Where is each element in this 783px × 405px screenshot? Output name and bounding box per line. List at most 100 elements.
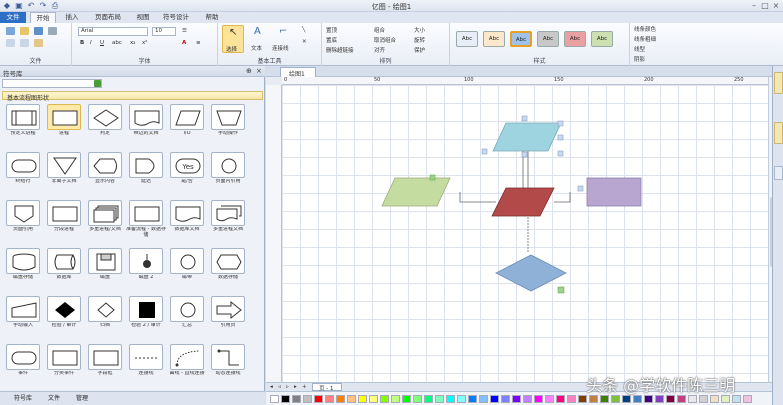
minimize-icon[interactable]: – [749,1,759,11]
next-page-icon[interactable]: ▹ [286,384,289,390]
dock-tab-files[interactable] [774,122,783,144]
shape-item[interactable]: 页面引用 [4,198,42,238]
color-swatch[interactable] [545,395,554,403]
color-swatch[interactable] [270,395,279,403]
shape-item[interactable]: 数据库 [45,246,83,286]
tab-help[interactable]: 帮助 [200,12,224,23]
first-page-icon[interactable]: ◂ [270,384,273,390]
style-swatch-2[interactable]: Abc [483,31,505,47]
color-swatch[interactable] [457,395,466,403]
color-swatch[interactable] [391,395,400,403]
dock-tab-extra[interactable] [774,166,783,180]
line-color-button[interactable]: 线条颜色 [634,25,656,33]
size-button[interactable]: 大小 [414,26,425,34]
send-back-button[interactable]: 置底 [326,36,337,44]
color-swatch[interactable] [468,395,477,403]
doc-tab-drawing1[interactable]: 绘图1 [280,67,316,78]
style-swatch-5[interactable]: Abc [564,31,586,47]
tab-symbol-design[interactable]: 符号设计 [160,12,192,23]
new-icon[interactable] [6,27,15,35]
font-name-select[interactable]: Arial [78,27,148,36]
color-swatch[interactable] [600,395,609,403]
shape-item[interactable]: 曲线 - 直线连接 [168,342,206,382]
shadow-button[interactable]: 阴影 [634,55,645,63]
rotate-button[interactable]: 旋转 [414,36,425,44]
color-swatch[interactable] [358,395,367,403]
connector-tool-button[interactable]: ⌐ 连接线 [272,25,296,53]
resize-handle-left[interactable] [481,148,488,155]
color-swatch[interactable] [666,395,675,403]
protect-button[interactable]: 保护 [414,46,425,54]
color-swatch[interactable] [578,395,587,403]
color-swatch[interactable] [369,395,378,403]
shape-center-parallelogram[interactable] [491,187,555,217]
tab-insert[interactable]: 插入 [60,12,84,23]
shape-item[interactable]: 动态连接线 [209,342,247,382]
shape-item[interactable]: 页面内引用 [209,150,247,190]
shape-item[interactable]: 进程 [45,102,83,142]
color-swatch[interactable] [292,395,301,403]
footer-tab-library[interactable]: 符号库 [4,394,32,404]
open-icon[interactable] [20,27,29,35]
color-swatch[interactable] [556,395,565,403]
prev-page-icon[interactable]: ◃ [278,384,281,390]
float-action-icon[interactable] [557,286,565,294]
shape-item[interactable]: 分段进程 [45,198,83,238]
shape-item[interactable]: 磁盘存储 [4,246,42,286]
shape-item[interactable]: 判定 [86,102,124,142]
color-swatch[interactable] [710,395,719,403]
color-swatch[interactable] [534,395,543,403]
shape-item[interactable]: 预定义进程 [4,102,42,142]
shape-item[interactable]: 磁盘 [86,246,124,286]
shape-item[interactable]: 显示内容 [86,150,124,190]
footer-tab-files[interactable]: 文件 [38,394,60,404]
color-swatch[interactable] [611,395,620,403]
color-swatch[interactable] [424,395,433,403]
cross-tool-icon[interactable]: ✕ [302,39,307,45]
align-icon[interactable]: ☰ [182,28,187,34]
shape-item[interactable]: 非离子文档 [45,150,83,190]
shape-item[interactable]: 准备流程 - 数据存储 [126,198,166,238]
style-swatch-6[interactable]: Abc [591,31,613,47]
shape-item[interactable]: 延迟 [127,150,165,190]
shape-left-parallelogram[interactable] [381,177,451,207]
font-color-icon[interactable]: A [182,40,186,46]
shape-item[interactable]: 数据存储 [209,246,247,286]
pin-icon[interactable]: ⊕ [246,67,252,75]
color-swatch[interactable] [435,395,444,403]
color-swatch[interactable] [325,395,334,403]
superscript-button[interactable]: x² [142,40,147,46]
shape-item[interactable]: 磁盘 2 [127,246,165,286]
color-swatch[interactable] [303,395,312,403]
shape-item[interactable]: 多重进程/文档 [86,198,124,238]
maximize-icon[interactable]: □ [760,1,770,11]
color-swatch[interactable] [732,395,741,403]
print-file-icon[interactable] [48,27,57,35]
connector-center-right[interactable] [554,192,571,203]
color-swatch[interactable] [567,395,576,403]
color-swatch[interactable] [655,395,664,403]
resize-handle-bottom[interactable] [521,151,528,158]
bring-front-button[interactable]: 置顶 [326,26,337,34]
select-tool-button[interactable]: ↖ 选择 [222,25,244,53]
font-size-select[interactable]: 10 [152,27,176,36]
style-swatch-4[interactable]: Abc [537,31,559,47]
align-button[interactable]: 对齐 [374,46,385,54]
float-action-left-icon[interactable] [429,174,436,181]
connector-left-center[interactable] [459,192,496,203]
drawing-canvas[interactable] [282,85,768,382]
color-swatch[interactable] [622,395,631,403]
rotate-handle-icon[interactable] [521,115,528,122]
tab-home[interactable]: 开始 [30,12,56,23]
symbol-search-input[interactable] [2,79,102,88]
underline-button[interactable]: U [100,40,104,46]
page-tab[interactable]: 页 - 1 [312,383,342,392]
resize-handle-top-right[interactable] [557,120,564,127]
dock-tab-library[interactable] [774,72,783,94]
color-swatch[interactable] [688,395,697,403]
search-go-icon[interactable] [94,80,101,87]
last-page-icon[interactable]: ▸ [294,384,297,390]
color-swatch[interactable] [677,395,686,403]
text-tool-button[interactable]: A 文本 [248,25,270,53]
shape-item[interactable]: 汇总 [168,294,206,334]
